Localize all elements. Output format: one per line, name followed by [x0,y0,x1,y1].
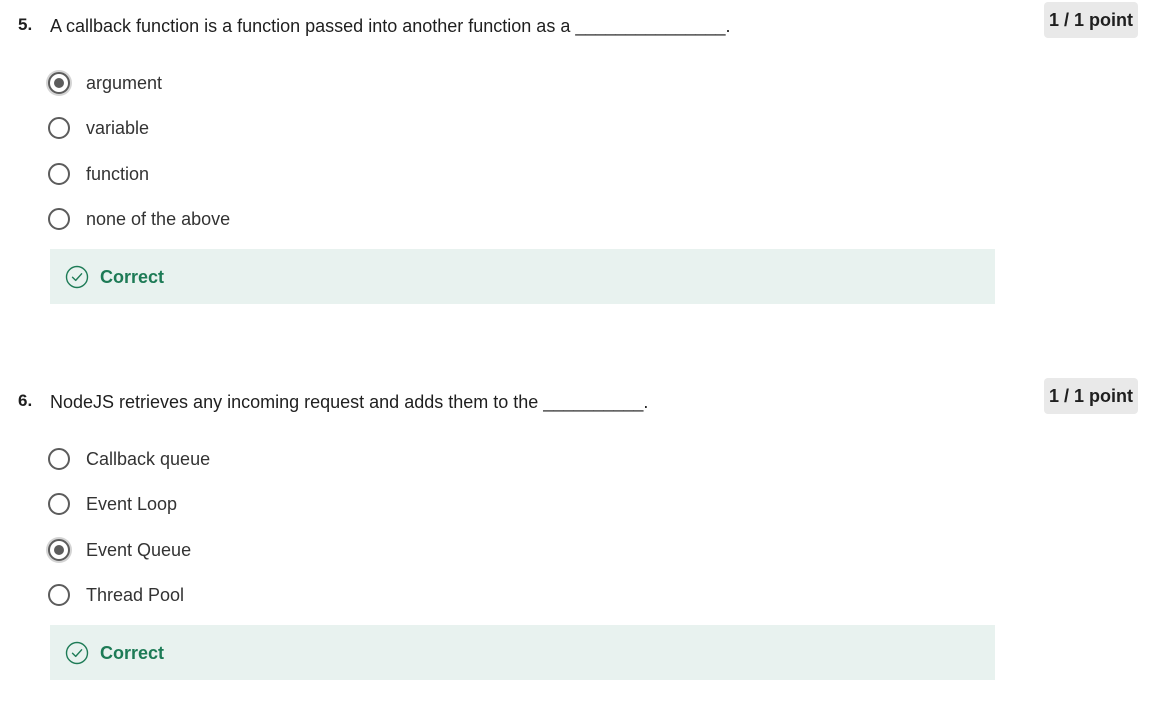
option-event-queue[interactable]: Event Queue [48,538,210,583]
feedback-label: Correct [100,642,165,663]
question-number: 5. [18,15,33,34]
option-callback-queue[interactable]: Callback queue [48,447,210,492]
option-label: Event Queue [86,539,192,560]
points-badge: 1 / 1 point [1044,378,1138,414]
option-none-of-the-above[interactable]: none of the above [48,207,230,252]
answer-options: Callback queue Event Loop Event Queue Th… [48,447,210,628]
option-variable[interactable]: variable [48,116,230,161]
radio-button[interactable] [48,583,70,606]
question-text: NodeJS retrieves any incoming request an… [50,392,649,412]
option-function[interactable]: function [48,162,230,207]
radio-button-selected[interactable] [48,72,70,94]
option-event-loop[interactable]: Event Loop [48,492,210,537]
question-number: 6. [18,391,33,410]
points-badge: 1 / 1 point [1044,2,1138,38]
radio-button[interactable] [48,162,70,185]
option-label: none of the above [86,208,231,229]
answer-options: argument variable function none of the a… [48,71,230,252]
radio-button-selected[interactable] [48,538,70,561]
option-label: variable [86,118,150,139]
option-label: function [86,163,150,184]
option-label: Thread Pool [86,584,185,605]
option-label: Callback queue [86,449,211,469]
option-argument[interactable]: argument [48,71,230,116]
radio-button[interactable] [48,117,70,140]
option-label: Event Loop [86,494,178,515]
check-circle-icon [65,641,89,664]
option-thread-pool[interactable]: Thread Pool [48,583,210,628]
feedback-correct: Correct [50,625,995,680]
question-text: A callback function is a function passed… [50,16,731,36]
radio-button[interactable] [48,448,70,470]
radio-button[interactable] [48,493,70,516]
option-label: argument [86,73,163,93]
check-circle-icon [65,265,89,288]
feedback-label: Correct [100,266,165,287]
radio-button[interactable] [48,207,70,230]
feedback-correct: Correct [50,249,995,304]
